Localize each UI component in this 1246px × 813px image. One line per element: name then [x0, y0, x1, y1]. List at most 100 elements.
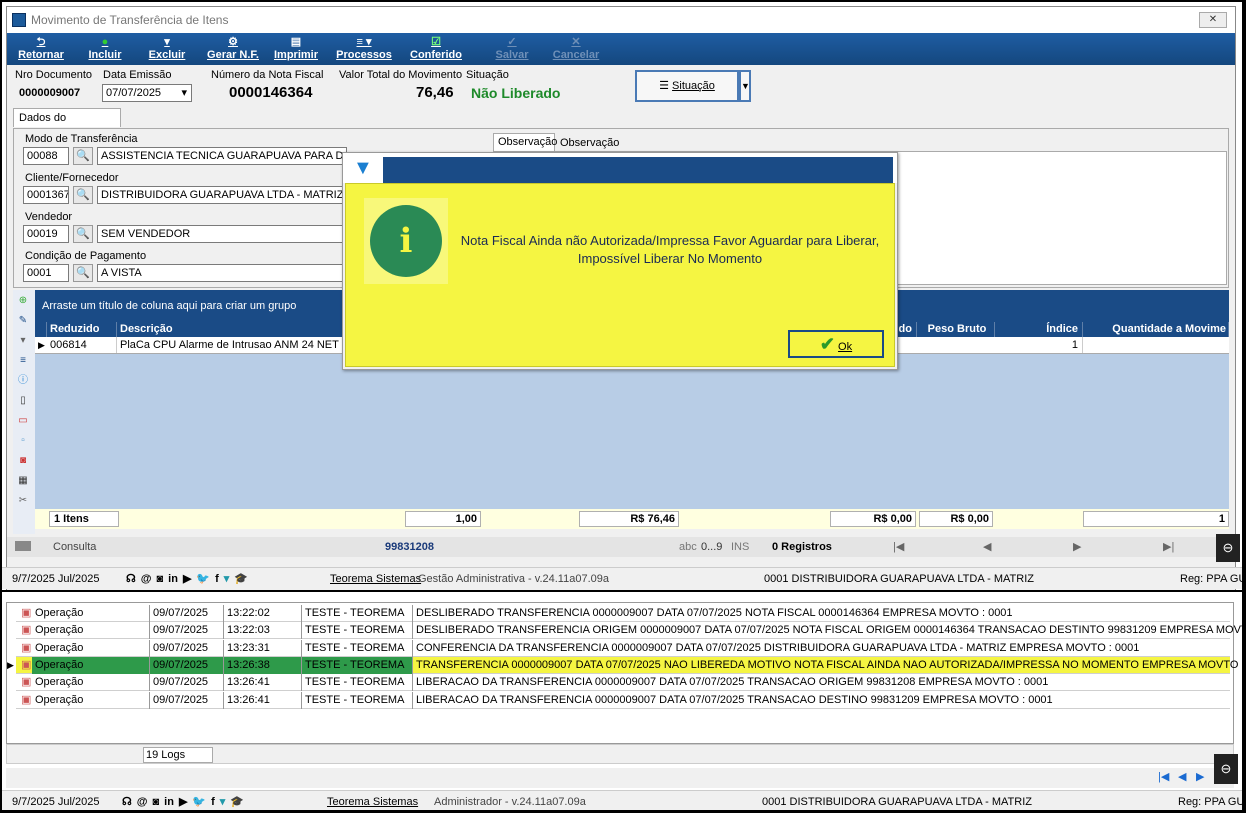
footer-valor: R$ 76,46	[579, 511, 679, 527]
twitter-icon: 🐦	[192, 796, 207, 808]
modo-label: Modo de Transferência	[25, 133, 138, 145]
prev-log-icon[interactable]: ◀	[1178, 770, 1186, 783]
collapse-logs-button[interactable]: ⊖	[1214, 754, 1238, 784]
logs-count: 19 Logs	[143, 747, 213, 763]
collapse-button[interactable]: ⊖	[1216, 534, 1240, 562]
trash-icon: ▾	[164, 36, 170, 48]
dialog-titlebar: ▼	[343, 153, 897, 183]
minus-icon: ⊖	[1222, 540, 1234, 555]
grid-icon[interactable]: ▦	[16, 474, 30, 488]
vendedor-desc-field[interactable]: SEM VENDEDOR	[97, 225, 347, 243]
add-icon[interactable]: ⊕	[16, 294, 30, 308]
chevron-down-icon: ▼	[741, 81, 750, 91]
log-row[interactable]: ▣ Operação 09/07/2025 13:22:02 TESTE - TEORE…	[16, 605, 1230, 622]
dialog-icon-box: i	[364, 198, 448, 284]
document-icon[interactable]: ▯	[16, 394, 30, 408]
window-icon[interactable]: ▫	[16, 434, 30, 448]
book-icon[interactable]: ▭	[16, 414, 30, 428]
bottom-empresa: 0001 DISTRIBUIDORA GUARAPUAVA LTDA - MAT…	[764, 573, 1034, 585]
log-row[interactable]: ▣ Operação 09/07/2025 13:23:31 TESTE - TEORE…	[16, 639, 1230, 657]
situacao-button[interactable]: ☰ Situação	[635, 70, 739, 102]
pdf-icon[interactable]: ◙	[16, 454, 30, 468]
first-log-icon[interactable]: |◀	[1158, 770, 1169, 783]
log-row[interactable]: ▣ Operação 09/07/2025 13:26:41 TESTE - TEORE…	[16, 691, 1230, 709]
processos-button[interactable]: ≡ ▾ Processos	[331, 33, 397, 65]
edit-icon[interactable]: ✎	[16, 314, 30, 328]
cliente-desc-field[interactable]: DISTRIBUIDORA GUARAPUAVA LTDA - MATRIZ	[97, 186, 347, 204]
log-row[interactable]: ▶ ▣ Operação 09/07/2025 13:26:38 TESTE - TEOR…	[7, 656, 1242, 674]
situacao-button-label: Situação	[672, 80, 715, 92]
cliente-code-field[interactable]: 0001367	[23, 186, 69, 204]
log-data: 09/07/2025	[150, 691, 224, 709]
cliente-label: Cliente/Fornecedor	[25, 172, 119, 184]
cliente-search-button[interactable]: 🔍	[73, 186, 93, 204]
info-icon[interactable]: ⓘ	[16, 374, 30, 388]
log-desc: LIBERACAO DA TRANSFERENCIA 0000009007 DA…	[413, 674, 1242, 691]
ok-button[interactable]: ✔ Ok	[788, 330, 884, 358]
log-tipo: Operação	[32, 622, 150, 640]
filter-icon[interactable]: ≡	[16, 354, 30, 368]
condicao-search-button[interactable]: 🔍	[73, 264, 93, 282]
log-row[interactable]: ▣ Operação 09/07/2025 13:26:41 TESTE - TEORE…	[16, 674, 1230, 692]
situacao-dropdown-button[interactable]: ▼	[739, 70, 751, 102]
close-button[interactable]: ✕	[1199, 12, 1227, 28]
log-data: 09/07/2025	[150, 656, 224, 674]
nota-fiscal-value: 0000146364	[229, 84, 313, 101]
graduation-icon: 🎓	[234, 573, 249, 585]
teorema-link-2[interactable]: Teorema Sistemas	[327, 791, 418, 810]
log-tipo: Operação	[32, 691, 150, 709]
operation-icon: ▣	[21, 676, 32, 689]
first-record-icon[interactable]: |◀	[893, 537, 904, 557]
excluir-button[interactable]: ▾ Excluir	[147, 33, 187, 65]
retornar-button[interactable]: ⮌ Retornar	[13, 33, 69, 65]
tab-dados-documento[interactable]: Dados do Documento	[13, 108, 121, 142]
teorema-link[interactable]: Teorema Sistemas	[330, 568, 421, 590]
vendedor-code-field[interactable]: 00019	[23, 225, 69, 243]
log-data: 09/07/2025	[150, 622, 224, 640]
salvar-button[interactable]: ✓ Salvar	[491, 33, 533, 65]
col-peso-bruto[interactable]: Peso Bruto	[917, 322, 995, 337]
search-icon: 🔍	[76, 150, 90, 162]
log-data: 09/07/2025	[150, 639, 224, 657]
col-reduzido[interactable]: Reduzido	[47, 322, 117, 337]
processos-label: Processos	[336, 49, 392, 61]
tab-observacao-label: Observação	[498, 136, 558, 148]
row-pointer-icon	[4, 605, 16, 622]
next-record-icon[interactable]: ▶	[1073, 537, 1081, 557]
modo-desc-field[interactable]: ASSISTENCIA TECNICA GUARAPUAVA PARA DG M…	[97, 147, 347, 165]
excluir-label: Excluir	[148, 49, 186, 61]
col-indice[interactable]: Índice	[995, 322, 1083, 337]
tab-observacao-interna[interactable]: Observação Interna	[556, 135, 656, 165]
conferido-button[interactable]: ☑ Conferido	[409, 33, 463, 65]
log-usuario: TESTE - TEOREMA	[302, 639, 413, 657]
condicao-code-field[interactable]: 0001	[23, 264, 69, 282]
status-doc: 99831208	[385, 541, 434, 553]
condicao-desc-field[interactable]: A VISTA	[97, 264, 347, 282]
tools-icon[interactable]: ✂	[16, 494, 30, 508]
vendedor-search-button[interactable]: 🔍	[73, 225, 93, 243]
row-pointer-icon: ▶	[7, 659, 14, 670]
tab-observacao[interactable]: Observação	[493, 133, 558, 151]
trash-icon[interactable]: ▾	[16, 334, 30, 348]
incluir-label: Incluir	[88, 49, 122, 61]
logo-icon: ▾	[219, 796, 226, 808]
incluir-button[interactable]: ● Incluir	[85, 33, 125, 65]
next-log-icon[interactable]: ▶	[1196, 770, 1204, 783]
log-row[interactable]: ▣ Operação 09/07/2025 13:22:03 TESTE - TEORE…	[16, 622, 1242, 640]
app-bottom-bar: 9/7/2025 Jul/2025 ☊ @ ◙ in ▶ 🐦 f ▾ 🎓 Teorema Sis…	[2, 567, 1242, 589]
situacao-label: Situação	[466, 69, 509, 81]
log-tipo: Operação	[32, 674, 150, 692]
last-record-icon[interactable]: ▶|	[1163, 537, 1174, 557]
gerar-nf-button[interactable]: ⚙ Gerar N.F.	[205, 33, 261, 65]
modo-code-field[interactable]: 00088	[23, 147, 69, 165]
social-icons-2: ☊ @ ◙ in ▶ 🐦 f ▾ 🎓	[122, 791, 249, 810]
imprimir-button[interactable]: ▤ Imprimir	[271, 33, 321, 65]
dialog-body: i Nota Fiscal Ainda não Autorizada/Impre…	[345, 183, 895, 367]
data-emissao-field[interactable]: 07/07/2025 ▾	[102, 84, 192, 102]
col-quantidade[interactable]: Quantidade a Movime	[1083, 322, 1229, 337]
log-desc: CONFERENCIA DA TRANSFERENCIA 0000009007 …	[413, 640, 1242, 657]
cancelar-button[interactable]: ✕ Cancelar	[551, 33, 601, 65]
return-icon: ⮌	[36, 36, 46, 48]
modo-search-button[interactable]: 🔍	[73, 147, 93, 165]
prev-record-icon[interactable]: ◀	[983, 537, 991, 557]
